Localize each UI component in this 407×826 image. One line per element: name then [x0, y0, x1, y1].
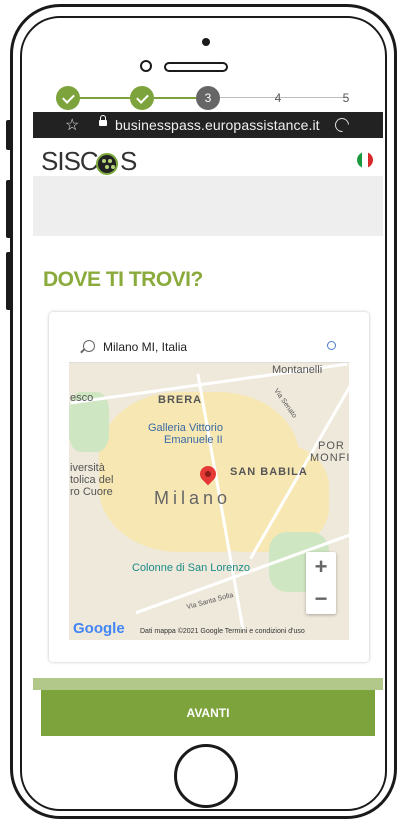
map-zoom-controls: + −	[306, 552, 336, 614]
step-2-done	[130, 86, 154, 110]
map-label: MONFI	[310, 452, 351, 464]
map-label: POR	[318, 440, 345, 452]
phone-mute-switch	[6, 120, 12, 150]
map-label: tolica del	[70, 474, 114, 486]
step-5: 5	[342, 91, 350, 105]
phone-speaker	[164, 62, 228, 72]
step-connector	[154, 97, 196, 99]
step-1-done	[56, 86, 80, 110]
search-input[interactable]: Milano MI, Italia	[103, 340, 187, 354]
map-label: iversità	[70, 462, 105, 474]
url-text[interactable]: businesspass.europassistance.it	[115, 117, 320, 133]
step-3-current: 3	[196, 86, 220, 110]
progress-stepper	[33, 176, 383, 236]
map-attribution[interactable]: Dati mappa ©2021 Google Termini e condiz…	[140, 628, 305, 635]
map-label: Colonne di San Lorenzo	[132, 562, 251, 574]
phone-sensor	[140, 60, 152, 72]
site-header: SISC S	[33, 138, 383, 176]
lock-icon	[99, 115, 107, 126]
map-search-box[interactable]: Milano MI, Italia	[69, 332, 349, 363]
star-icon[interactable]: ☆	[65, 115, 79, 135]
browser-url-bar[interactable]: ☆ businesspass.europassistance.it	[33, 112, 383, 138]
logo-text: SISC	[41, 146, 99, 176]
map-label: esco	[70, 392, 94, 404]
map-label: BRERA	[158, 394, 203, 406]
check-icon	[61, 90, 75, 104]
phone-volume-up	[6, 180, 12, 238]
zoom-in-button[interactable]: +	[306, 552, 336, 582]
location-pin-icon[interactable]	[327, 341, 336, 350]
phone-volume-down	[6, 252, 12, 310]
phone-home-button[interactable]	[174, 744, 238, 808]
map-label: SAN BABILA	[230, 466, 308, 478]
reload-icon[interactable]	[332, 115, 352, 135]
italy-flag-icon[interactable]	[357, 152, 373, 168]
google-logo: Google	[73, 620, 125, 637]
ladybug-logo-icon	[96, 153, 118, 175]
phone-camera	[202, 38, 210, 46]
check-icon	[135, 90, 149, 104]
map-label: ro Cuore	[70, 486, 113, 498]
zoom-out-button[interactable]: −	[306, 584, 336, 614]
footer-band	[33, 678, 383, 690]
map-label: Montanelli	[272, 364, 323, 376]
search-icon	[83, 340, 95, 352]
map-label: Galleria Vittorio	[148, 422, 223, 434]
step-4: 4	[274, 91, 282, 105]
page-title: DOVE TI TROVI?	[43, 268, 203, 291]
map-label: Emanuele II	[164, 434, 223, 446]
map-city-label: Milano	[154, 488, 232, 508]
logo-text-end: S	[120, 146, 138, 176]
avanti-button[interactable]: AVANTI	[41, 690, 375, 736]
